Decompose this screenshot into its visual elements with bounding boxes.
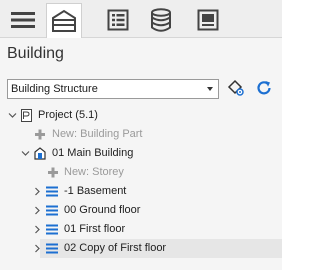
structure-settings-button[interactable]	[225, 77, 247, 99]
drawing-sheet-icon	[197, 9, 219, 30]
tree-label-project: Project (5.1)	[38, 109, 98, 121]
add-icon	[35, 129, 45, 140]
storey-icon	[46, 205, 58, 216]
add-icon	[48, 167, 58, 178]
tree-row-new-building-part[interactable]: New: Building Part	[0, 125, 282, 144]
menu-button[interactable]	[5, 3, 41, 36]
panel-title: Building	[7, 45, 64, 62]
chevron-right-icon[interactable]	[33, 225, 42, 234]
refresh-icon	[257, 81, 271, 95]
building-icon	[52, 9, 76, 32]
storey-icon	[46, 224, 58, 235]
gear-diamond-icon	[227, 79, 244, 96]
tree-label-storey: 01 First floor	[64, 223, 126, 235]
structure-select-value: Building Structure	[11, 83, 98, 95]
building-panel: Building Building Structure Project (5.1	[0, 38, 282, 270]
structure-select[interactable]: Building Structure	[7, 79, 219, 99]
tree-label-storey: -1 Basement	[64, 185, 127, 197]
tree-row-new-storey[interactable]: New: Storey	[0, 163, 282, 182]
tab-drawing[interactable]	[190, 3, 226, 36]
top-toolbar	[0, 0, 282, 38]
tree-row-storey[interactable]: 01 First floor	[0, 220, 282, 239]
tree-label-storey: 00 Ground floor	[64, 204, 141, 216]
tree-row-storey[interactable]: -1 Basement	[0, 182, 282, 201]
tree-label-new-storey: New: Storey	[64, 166, 124, 178]
chevron-right-icon[interactable]	[33, 206, 42, 215]
refresh-button[interactable]	[253, 77, 275, 99]
chevron-expanded-icon[interactable]	[8, 111, 17, 120]
storey-icon	[46, 186, 58, 197]
tree-label-building: 01 Main Building	[52, 147, 134, 159]
hamburger-menu-icon	[11, 11, 35, 28]
chevron-expanded-icon[interactable]	[21, 149, 30, 158]
storey-icon	[46, 243, 58, 254]
chevron-down-icon	[207, 87, 213, 91]
tree-row-storey[interactable]: 00 Ground floor	[0, 201, 282, 220]
chevron-right-icon[interactable]	[33, 187, 42, 196]
tab-building[interactable]	[46, 3, 82, 38]
tree-label-new-building-part: New: Building Part	[52, 128, 143, 140]
tree-row-storey-selected[interactable]: 02 Copy of First floor	[0, 239, 282, 258]
tree-row-project[interactable]: Project (5.1)	[0, 106, 282, 125]
tree-label-storey: 02 Copy of First floor	[64, 242, 167, 254]
tree-row-building[interactable]: 01 Main Building	[0, 144, 282, 163]
database-icon	[151, 7, 171, 32]
building-part-icon	[34, 147, 46, 160]
list-icon	[107, 9, 129, 30]
chevron-right-icon[interactable]	[33, 244, 42, 253]
tab-database[interactable]	[143, 3, 179, 36]
project-icon	[21, 109, 32, 122]
tab-list[interactable]	[100, 3, 136, 36]
